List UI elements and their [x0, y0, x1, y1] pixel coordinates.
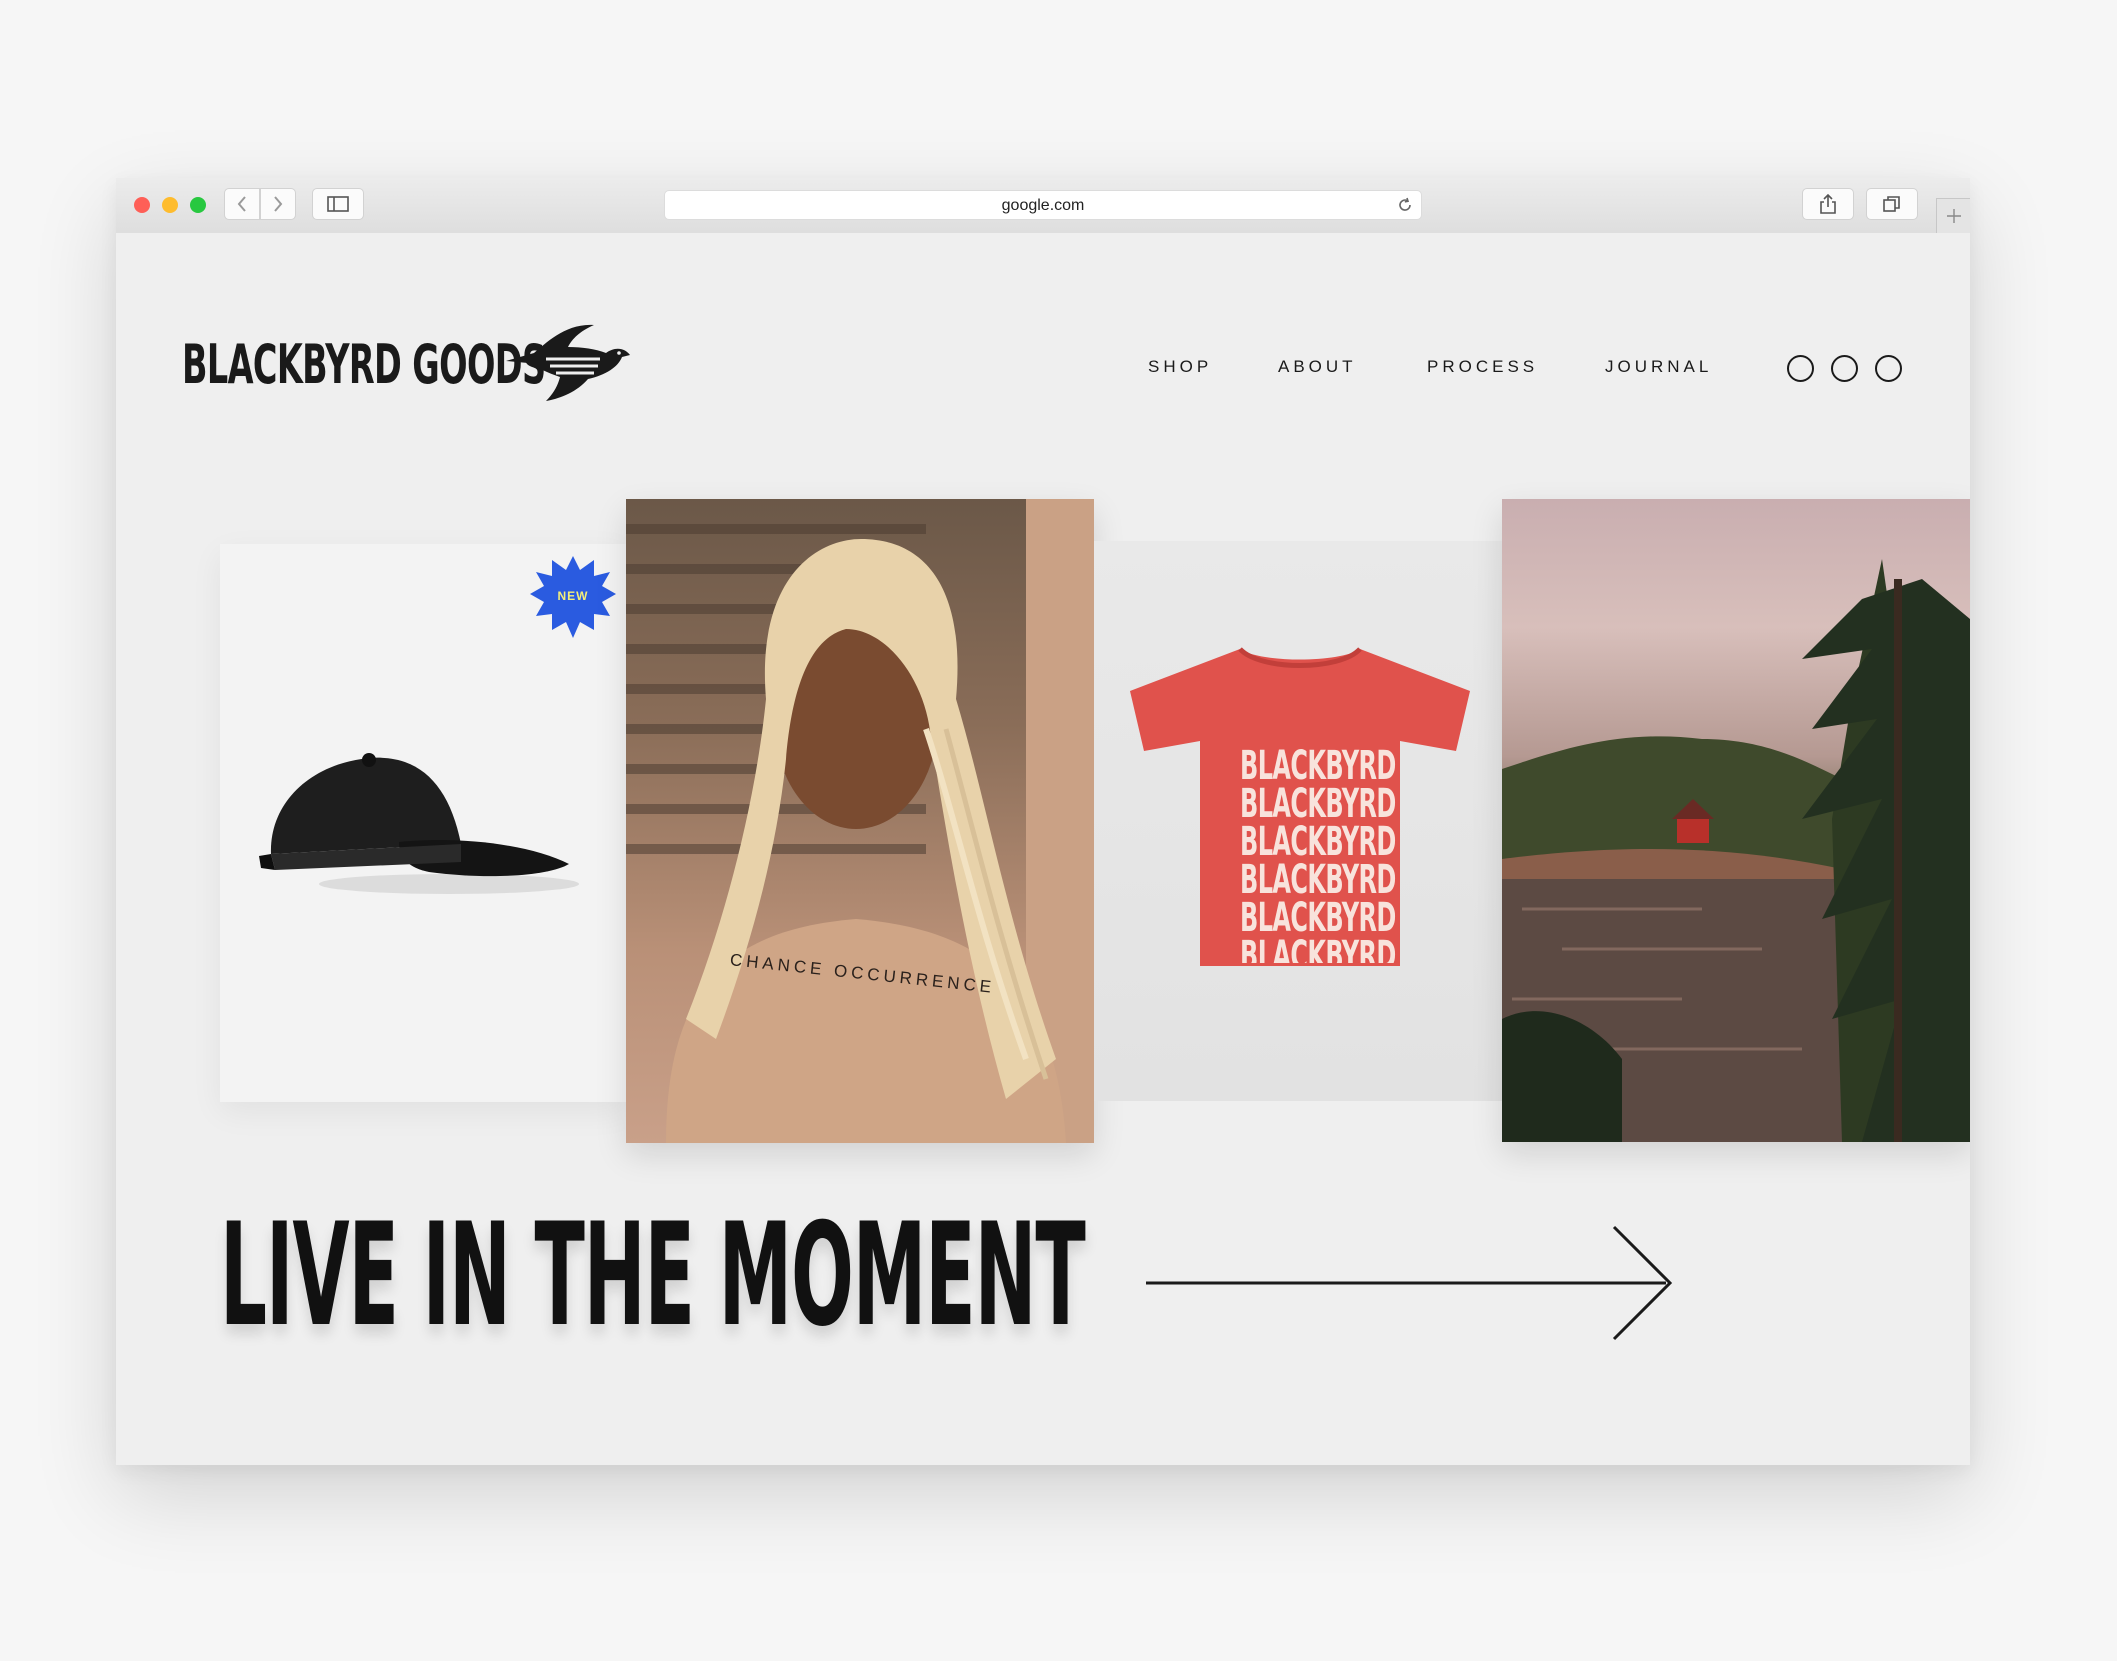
tshirt-print-line-6: BLACKBYRD [1240, 933, 1396, 963]
reload-icon[interactable] [1397, 197, 1413, 213]
close-window-button[interactable] [134, 197, 150, 213]
plus-icon [1947, 209, 1961, 223]
new-badge-label: NEW [558, 589, 589, 603]
share-button[interactable] [1802, 188, 1854, 220]
arrow-right-icon[interactable] [1146, 1223, 1676, 1343]
hero-headline: LIVE IN THE MOMENT [220, 1193, 1086, 1358]
photo-card-lake[interactable] [1502, 499, 1970, 1142]
sidebar-button[interactable] [312, 188, 364, 220]
minimize-window-button[interactable] [162, 197, 178, 213]
maximize-window-button[interactable] [190, 197, 206, 213]
product-card-tshirt[interactable]: BLACKBYRD BLACKBYRD BLACKBYRD BLACKBYRD … [1094, 541, 1502, 1101]
lake-landscape-image [1502, 559, 1970, 1142]
product-card-cap[interactable]: NEW [220, 544, 626, 1102]
new-tab-button[interactable] [1936, 198, 1970, 233]
back-button[interactable] [224, 188, 260, 220]
nav-about[interactable]: ABOUT [1278, 357, 1357, 377]
nav-journal[interactable]: JOURNAL [1605, 357, 1712, 377]
new-badge: NEW [530, 556, 616, 638]
bird-logo-icon[interactable] [506, 323, 632, 403]
browser-toolbar: google.com [116, 178, 1970, 234]
browser-window: google.com BLACKBYRD GOODS SHOP ABOUT PR… [116, 178, 1970, 1465]
share-icon [1820, 193, 1836, 214]
circle-button-3[interactable] [1875, 355, 1902, 382]
tshirt-print: BLACKBYRD BLACKBYRD BLACKBYRD BLACKBYRD … [1200, 743, 1400, 963]
forward-button[interactable] [260, 188, 296, 220]
address-bar[interactable]: google.com [664, 190, 1422, 220]
logo-wordmark[interactable]: BLACKBYRD GOODS [182, 333, 546, 396]
tabs-overview-button[interactable] [1866, 188, 1918, 220]
cap-image [259, 753, 579, 894]
portrait-image: CHANCE OCCURRENCE [626, 499, 1094, 1143]
url-text: google.com [1001, 197, 1085, 214]
nav-process[interactable]: PROCESS [1427, 357, 1538, 377]
circle-button-1[interactable] [1787, 355, 1814, 382]
sidebar-icon [327, 196, 349, 212]
chevron-right-icon [274, 196, 283, 212]
photo-card-portrait[interactable]: CHANCE OCCURRENCE [626, 499, 1094, 1143]
tabs-icon [1883, 196, 1900, 212]
chevron-left-icon [237, 196, 246, 212]
circle-button-2[interactable] [1831, 355, 1858, 382]
nav-shop[interactable]: SHOP [1148, 357, 1212, 377]
web-page: BLACKBYRD GOODS SHOP ABOUT PROCESS JOURN… [116, 233, 1970, 1465]
